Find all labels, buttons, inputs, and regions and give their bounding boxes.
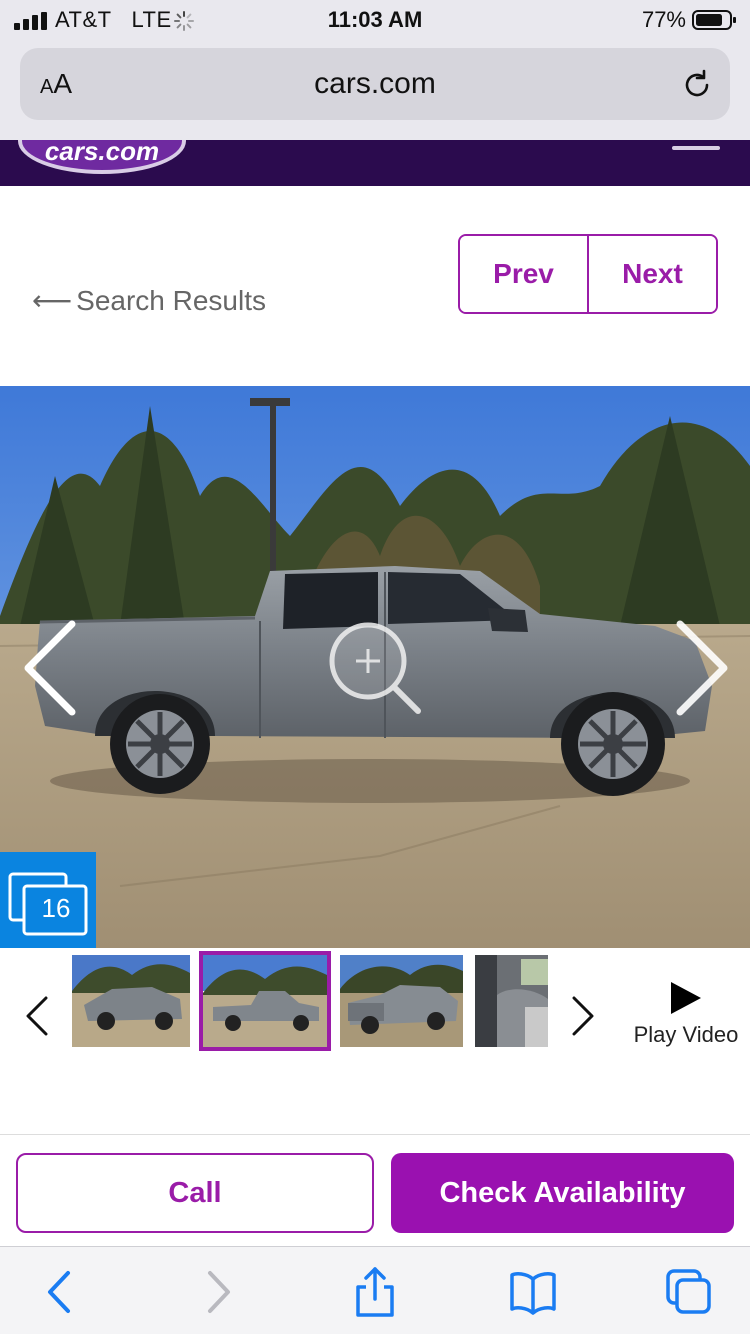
browser-toolbar bbox=[0, 1246, 750, 1334]
photo-count-label: 16 bbox=[41, 893, 71, 923]
thumbnail-image bbox=[203, 955, 327, 1047]
status-time: 11:03 AM bbox=[327, 7, 423, 32]
url-text: cars.com bbox=[314, 67, 436, 100]
prev-button[interactable]: Prev bbox=[460, 236, 587, 312]
forward-icon[interactable] bbox=[192, 1267, 242, 1317]
thumbnail-3[interactable] bbox=[340, 955, 463, 1047]
thumbnail-2[interactable] bbox=[199, 951, 331, 1051]
reload-icon[interactable] bbox=[680, 68, 714, 102]
thumbnails-next-icon[interactable] bbox=[570, 994, 598, 1038]
main-vehicle-photo[interactable]: 16 bbox=[0, 386, 750, 948]
status-bar: AT&T LTE 11:03 AM 77% bbox=[0, 0, 750, 40]
prev-next-pager: Prev Next bbox=[458, 234, 718, 314]
thumbnail-image bbox=[475, 955, 548, 1047]
thumbnail-1[interactable] bbox=[72, 955, 190, 1047]
battery-icon bbox=[692, 10, 736, 30]
back-to-search-results-link[interactable]: ⟵ Search Results bbox=[32, 284, 266, 317]
site-header: cars.com bbox=[0, 140, 750, 186]
address-bar[interactable]: AA cars.com bbox=[20, 48, 730, 120]
play-video-button[interactable]: Play Video bbox=[630, 980, 742, 1048]
contact-action-bar: Call Check Availability bbox=[0, 1134, 750, 1246]
next-button[interactable]: Next bbox=[587, 236, 716, 312]
thumbnail-image bbox=[340, 955, 463, 1047]
thumbnail-4[interactable] bbox=[475, 955, 548, 1047]
bookmarks-icon[interactable] bbox=[508, 1267, 558, 1317]
browser-address-area: AA cars.com bbox=[0, 40, 750, 140]
play-icon bbox=[671, 982, 701, 1014]
play-video-label: Play Video bbox=[633, 1022, 739, 1047]
hamburger-menu-icon[interactable] bbox=[672, 146, 720, 150]
photo-count-badge[interactable]: 16 bbox=[0, 852, 96, 948]
battery-percentage: 77% bbox=[641, 7, 686, 32]
call-button[interactable]: Call bbox=[16, 1153, 374, 1233]
back-link-label: Search Results bbox=[76, 285, 267, 316]
thumbnails-prev-icon[interactable] bbox=[22, 994, 50, 1038]
site-logo[interactable]: cars.com bbox=[18, 140, 186, 174]
logo-text: cars.com bbox=[44, 140, 160, 166]
tabs-icon[interactable] bbox=[664, 1267, 714, 1317]
thumbnail-image bbox=[72, 955, 190, 1047]
left-arrow-icon: ⟵ bbox=[32, 285, 73, 316]
check-availability-button[interactable]: Check Availability bbox=[391, 1153, 734, 1233]
vehicle-photo-image bbox=[0, 386, 750, 948]
share-icon[interactable] bbox=[350, 1267, 400, 1317]
back-icon[interactable] bbox=[36, 1267, 86, 1317]
